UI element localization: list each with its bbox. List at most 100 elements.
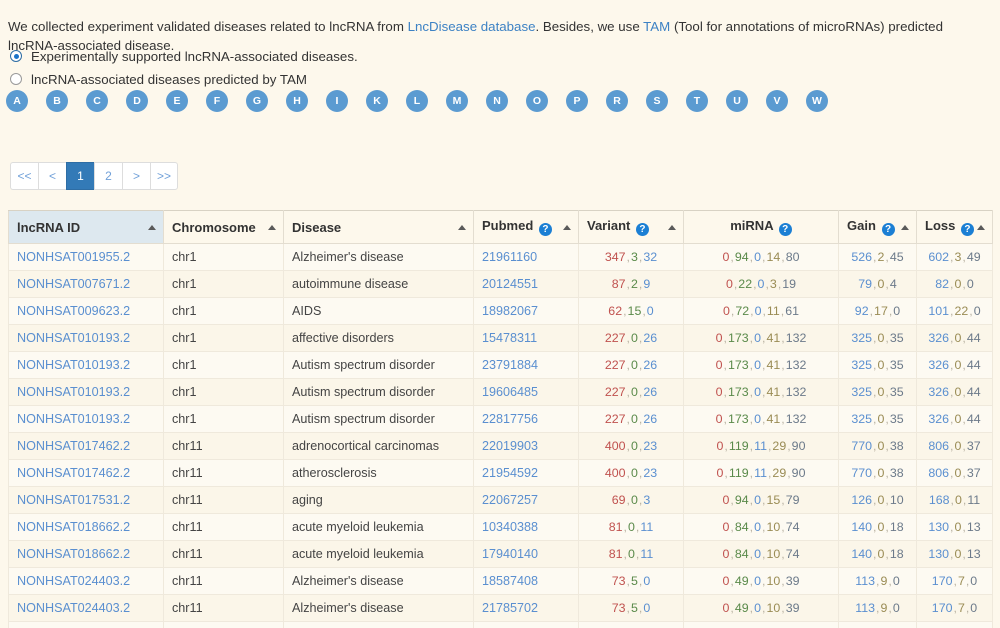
lncrna-id-link[interactable]: NONHSAT017531.2 [17, 493, 130, 507]
lncrna-id-link[interactable]: NONHSAT024403.2 [17, 574, 130, 588]
pubmed-link[interactable]: 22817756 [482, 412, 538, 426]
column-header-loss[interactable]: Loss ? [917, 211, 993, 244]
lncrna-id-link[interactable]: NONHSAT010193.2 [17, 331, 130, 345]
alphabet-button-c[interactable]: C [86, 90, 108, 112]
lncrna-id-link[interactable]: NONHSAT024403.2 [17, 601, 130, 615]
sort-ascending-icon[interactable] [901, 225, 909, 230]
pagination-next[interactable]: > [122, 162, 150, 190]
help-icon[interactable]: ? [882, 223, 895, 236]
alphabet-button-n[interactable]: N [486, 90, 508, 112]
alphabet-button-w[interactable]: W [806, 90, 828, 112]
radio-option-tam[interactable]: lncRNA-associated diseases predicted by … [8, 68, 358, 90]
alphabet-button-l[interactable]: L [406, 90, 428, 112]
value-variant-1: 0 [631, 358, 638, 372]
value-variant-1: 0 [628, 520, 635, 534]
help-icon[interactable]: ? [779, 223, 792, 236]
lncrna-id-link[interactable]: NONHSAT017462.2 [17, 439, 130, 453]
pagination-first[interactable]: << [10, 162, 38, 190]
pubmed-link[interactable]: 15478311 [482, 331, 537, 345]
alphabet-button-o[interactable]: O [526, 90, 548, 112]
value-separator: , [753, 277, 756, 291]
lncrna-id-link[interactable]: NONHSAT001955.2 [17, 250, 130, 264]
lncrna-id-link[interactable]: NONHSAT018662.2 [17, 520, 130, 534]
alphabet-button-b[interactable]: B [46, 90, 68, 112]
value-mirna-0: 0 [716, 358, 723, 372]
column-header-mirna[interactable]: miRNA ? [684, 211, 839, 244]
cell-mirna: 0,94,0,15,79 [684, 487, 839, 514]
column-header-disease[interactable]: Disease [284, 211, 474, 244]
pubmed-link[interactable]: 17940140 [482, 547, 538, 561]
pubmed-link[interactable]: 21961160 [482, 250, 537, 264]
radio-option-experimental[interactable]: Experimentally supported lncRNA-associat… [8, 45, 358, 67]
pagination-prev[interactable]: < [38, 162, 66, 190]
lncrna-id-link[interactable]: NONHSAT010193.2 [17, 412, 130, 426]
value-loss-1: 22 [954, 304, 968, 318]
column-header-lncrna-id[interactable]: lncRNA ID [9, 211, 164, 244]
value-separator: , [627, 574, 630, 588]
pubmed-link[interactable]: 21785702 [482, 601, 538, 615]
table-header-row: lncRNA ID ChromosomeDiseasePubmed ?Varian… [9, 211, 993, 244]
pagination-last[interactable]: >> [150, 162, 178, 190]
alphabet-button-d[interactable]: D [126, 90, 148, 112]
sort-ascending-icon[interactable] [977, 225, 985, 230]
alphabet-button-v[interactable]: V [766, 90, 788, 112]
radio-icon-experimental[interactable] [10, 50, 22, 62]
pagination-page-2[interactable]: 2 [94, 162, 122, 190]
alphabet-button-f[interactable]: F [206, 90, 228, 112]
help-icon[interactable]: ? [539, 223, 552, 236]
lncrna-id-link[interactable]: NONHSAT007671.2 [17, 277, 130, 291]
alphabet-button-a[interactable]: A [6, 90, 28, 112]
cell-mirna: 0,84,0,10,74 [684, 514, 839, 541]
alphabet-button-t[interactable]: T [686, 90, 708, 112]
lncrna-id-link[interactable]: NONHSAT018662.2 [17, 547, 130, 561]
lncrna-id-link[interactable]: NONHSAT010193.2 [17, 358, 130, 372]
alphabet-button-e[interactable]: E [166, 90, 188, 112]
pubmed-link[interactable]: 23791884 [482, 358, 538, 372]
pubmed-link[interactable]: 18982067 [482, 304, 538, 318]
value-separator: , [765, 277, 768, 291]
sort-ascending-icon[interactable] [268, 225, 276, 230]
pubmed-link[interactable]: 19606485 [482, 385, 538, 399]
alphabet-button-h[interactable]: H [286, 90, 308, 112]
radio-icon-tam[interactable] [10, 73, 22, 85]
alphabet-button-p[interactable]: P [566, 90, 588, 112]
column-header-gain[interactable]: Gain ? [839, 211, 917, 244]
column-header-chromosome[interactable]: Chromosome [164, 211, 284, 244]
pubmed-link[interactable]: 20124551 [482, 277, 538, 291]
lncrna-id-link[interactable]: NONHSAT017462.2 [17, 466, 130, 480]
lncrna-id-link[interactable]: NONHSAT009623.2 [17, 304, 130, 318]
value-separator: , [762, 331, 765, 345]
value-loss-2: 0 [967, 277, 974, 291]
lncdisease-link[interactable]: LncDisease database [408, 19, 536, 34]
value-mirna-0: 0 [722, 601, 729, 615]
pubmed-link[interactable]: 10340388 [482, 520, 538, 534]
pubmed-link[interactable]: 18587408 [482, 574, 538, 588]
cell-chromosome: chr11 [164, 622, 284, 628]
column-header-label: lncRNA ID [17, 220, 80, 235]
pubmed-link[interactable]: 21954592 [482, 466, 538, 480]
help-icon[interactable]: ? [961, 223, 974, 236]
alphabet-button-i[interactable]: I [326, 90, 348, 112]
pubmed-link[interactable]: 22019903 [482, 439, 538, 453]
alphabet-button-u[interactable]: U [726, 90, 748, 112]
sort-ascending-icon[interactable] [458, 225, 466, 230]
column-header-variant[interactable]: Variant ? [579, 211, 684, 244]
sort-ascending-icon[interactable] [563, 225, 571, 230]
alphabet-button-s[interactable]: S [646, 90, 668, 112]
alphabet-button-m[interactable]: M [446, 90, 468, 112]
value-separator: , [950, 358, 953, 372]
value-separator: , [762, 385, 765, 399]
alphabet-button-g[interactable]: G [246, 90, 268, 112]
lncrna-id-link[interactable]: NONHSAT010193.2 [17, 385, 130, 399]
help-icon[interactable]: ? [636, 223, 649, 236]
cell-lncrna-id: NONHSAT010193.2 [9, 379, 164, 406]
pubmed-link[interactable]: 22067257 [482, 493, 538, 507]
alphabet-button-k[interactable]: K [366, 90, 388, 112]
tam-link[interactable]: TAM [643, 19, 670, 34]
sort-ascending-icon[interactable] [668, 225, 676, 230]
alphabet-button-r[interactable]: R [606, 90, 628, 112]
sort-ascending-icon[interactable] [148, 225, 156, 230]
value-loss-2: 37 [967, 439, 981, 453]
pagination-page-1[interactable]: 1 [66, 162, 94, 190]
column-header-pubmed[interactable]: Pubmed ? [474, 211, 579, 244]
